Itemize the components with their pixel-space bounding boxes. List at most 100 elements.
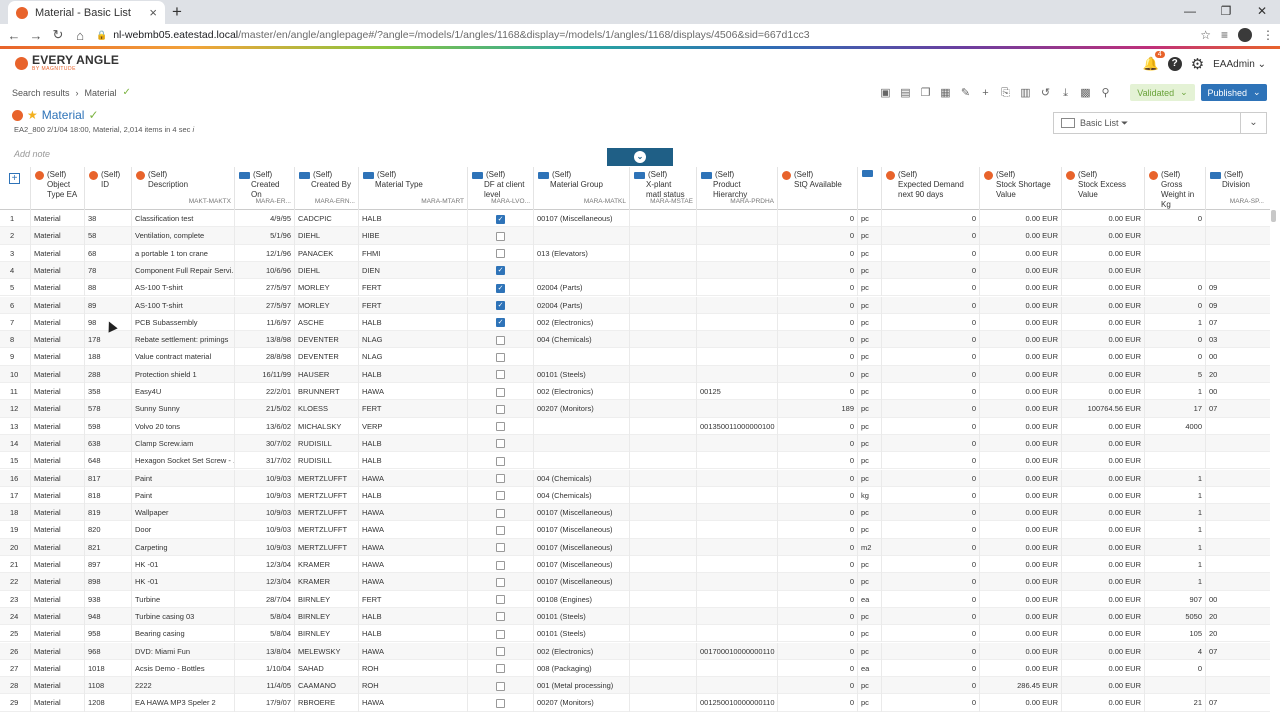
df-client-checkbox[interactable] [496,439,505,449]
forward-icon[interactable]: → [28,28,44,43]
schedule-icon[interactable]: ▩ [1078,86,1093,100]
minimize-button[interactable]: — [1172,0,1208,24]
df-client-checkbox[interactable] [496,387,505,397]
df-client-checkbox[interactable] [496,422,505,432]
table-row[interactable]: 20 Material 821 Carpeting 10/9/03 MERTZLUFFT H… [0,538,1270,556]
info-icon[interactable]: i [192,125,194,134]
restore-button[interactable]: ❐ [1208,0,1244,24]
back-icon[interactable]: ← [6,28,22,43]
table-row[interactable]: 16 Material 817 Paint 10/9/03 MERTZLUFFT HAWA 0… [0,469,1270,487]
table-row[interactable]: 9 Material 188 Value contract material 28/8/… [0,348,1270,366]
published-dropdown[interactable]: Published ⌄ [1201,84,1267,101]
column-header[interactable]: (Self) Stock Excess Value [1061,167,1144,210]
column-header[interactable]: (Self) Material Group MARA-MATKL [533,167,629,210]
collapse-panel-button[interactable]: ⌄ [607,148,673,166]
add-note[interactable]: Add note [14,149,50,159]
home-icon[interactable]: ⌂ [72,28,88,43]
df-client-checkbox[interactable] [496,698,505,708]
df-client-checkbox[interactable] [496,595,505,605]
add-column-button[interactable]: + [9,173,20,184]
table-row[interactable]: 15 Material 648 Hexagon Socket Set Screw - … [0,452,1270,470]
bookmark-star-icon[interactable]: ☆ [1200,28,1211,42]
column-header[interactable]: (Self) Material Type MARA-MTART [358,167,467,210]
column-header[interactable]: (Self) Gross Weight in Kg [1144,167,1205,210]
df-client-checkbox[interactable]: ✓ [496,301,505,311]
table-row[interactable]: 19 Material 820 Door 10/9/03 MERTZLUFFT HAWA 00… [0,521,1270,539]
table-row[interactable]: 17 Material 818 Paint 10/9/03 MERTZLUFFT HALB 0… [0,486,1270,505]
profile-avatar[interactable] [1238,28,1252,42]
notifications-bell-icon[interactable]: 🔔 4 [1143,51,1165,72]
df-client-checkbox[interactable] [496,647,505,657]
df-client-checkbox[interactable] [496,491,505,501]
save-icon[interactable]: ▣ [878,86,893,100]
column-header[interactable]: (Self) StQ Available [777,167,857,210]
column-header[interactable]: (Self) ID [84,167,131,210]
column-header[interactable]: (Self) Object Type EA [30,167,84,210]
column-header[interactable]: (Self) Expected Demand next 90 days [881,167,979,210]
df-client-checkbox[interactable] [496,560,505,570]
table-row[interactable]: 7 Material 98 PCB Subassembly 11/6/97 ASCHE HA… [0,313,1270,332]
validated-dropdown[interactable]: Validated ⌄ [1130,84,1195,101]
column-header[interactable]: (Self) Stock Shortage Value [979,167,1061,210]
df-client-checkbox[interactable] [496,474,505,484]
table-row[interactable]: 10 Material 288 Protection shield 1 16/11/99… [0,365,1270,383]
table-row[interactable]: 5 Material 88 AS-100 T-shirt 27/5/97 MORLEY FE… [0,279,1270,297]
column-header[interactable]: (Self) Product Hierarchy MARA-PRDHA [696,167,777,210]
df-client-checkbox[interactable] [496,664,505,674]
table-row[interactable]: 25 Material 958 Bearing casing 5/8/04 BIRNLEY… [0,625,1270,643]
table-row[interactable]: 22 Material 898 HK -01 12/3/04 KRAMER HAWA 0010… [0,573,1270,591]
vertical-scrollbar[interactable] [1271,210,1276,222]
browser-tab[interactable]: Material - Basic List × [8,1,165,24]
df-client-checkbox[interactable] [496,577,505,587]
table-row[interactable]: 1 Material 38 Classification test 4/9/95 CADC… [0,210,1270,228]
help-icon[interactable]: ? [1167,57,1182,71]
table-row[interactable]: 21 Material 897 HK -01 12/3/04 KRAMER HAWA 0010… [0,556,1270,574]
table-row[interactable]: 26 Material 968 DVD: Miami Fun 13/8/04 MELEWS… [0,642,1270,660]
table-row[interactable]: 12 Material 578 Sunny Sunny 21/5/02 KLOESS FER… [0,400,1270,418]
export-icon[interactable]: ⎘ [998,86,1013,100]
table-row[interactable]: 28 Material 1108 2222 11/4/05 CAAMANO ROH 001 (… [0,677,1270,695]
column-header[interactable]: (Self) Created On MARA-ER... [234,167,294,210]
df-client-checkbox[interactable] [496,612,505,622]
breadcrumb-search-results[interactable]: Search results [12,88,70,98]
favorite-star-icon[interactable]: ★ [27,108,38,122]
table-row[interactable]: 4 Material 78 Component Full Repair Servi..… [0,261,1270,280]
dashboard-icon[interactable]: ▥ [1018,86,1033,100]
table-row[interactable]: 29 Material 1208 EA HAWA MP3 Speler 2 17/9/0… [0,694,1270,712]
table-row[interactable]: 6 Material 89 AS-100 T-shirt 27/5/97 MORLEY FE… [0,296,1270,314]
table-row[interactable]: 23 Material 938 Turbine 28/7/04 BIRNLEY FERT 00… [0,590,1270,608]
reload-icon[interactable]: ↻ [50,27,66,43]
table-row[interactable]: 11 Material 358 Easy4U 22/2/01 BRUNNERT HAWA 00… [0,383,1270,401]
table-row[interactable]: 18 Material 819 Wallpaper 10/9/03 MERTZLUFFT H… [0,504,1270,522]
table-row[interactable]: 24 Material 948 Turbine casing 03 5/8/04 BIRN… [0,607,1270,626]
app-logo[interactable]: EVERY ANGLE BY MAGNITUDE [15,54,119,72]
refresh-icon[interactable]: ↺ [1038,86,1053,100]
chevron-down-icon[interactable]: ⌄ [1240,113,1266,133]
url-input[interactable]: 🔒 nl-webmb05.eatestad.local /master/en/a… [96,25,1180,45]
df-client-checkbox[interactable]: ✓ [496,266,505,276]
df-client-checkbox[interactable]: ✓ [496,318,505,328]
df-client-checkbox[interactable] [496,404,505,414]
df-client-checkbox[interactable] [496,681,505,691]
table-row[interactable]: 27 Material 1018 Acsis Demo - Bottles 1/10/0… [0,659,1270,678]
df-client-checkbox[interactable] [496,231,505,241]
table-row[interactable]: 3 Material 68 a portable 1 ton crane 12/1/96… [0,244,1270,262]
search-icon[interactable]: ⚲ [1098,86,1113,100]
close-window-button[interactable]: ✕ [1244,0,1280,24]
df-client-checkbox[interactable] [496,629,505,639]
paste-icon[interactable]: ▦ [938,86,953,100]
new-tab-button[interactable]: + [172,1,182,23]
column-header[interactable]: (Self) X-plant matl status MARA-MSTAE [629,167,696,210]
df-client-checkbox[interactable] [496,352,505,362]
df-client-checkbox[interactable] [496,456,505,466]
df-client-checkbox[interactable]: ✓ [496,283,505,293]
save-as-icon[interactable]: ▤ [898,86,913,100]
table-row[interactable]: 2 Material 58 Ventilation, complete 5/1/96 DI… [0,227,1270,245]
column-header[interactable]: (Self) Description MAKT-MAKTX [131,167,234,210]
df-client-checkbox[interactable] [496,543,505,553]
table-row[interactable]: 14 Material 638 Clamp Screw.iam 30/7/02 RUDIS… [0,434,1270,453]
df-client-checkbox[interactable] [496,249,505,259]
column-header[interactable] [857,167,881,210]
reading-list-icon[interactable]: ≡ [1221,28,1228,42]
column-header[interactable]: (Self) Created By MARA-ERN... [294,167,358,210]
